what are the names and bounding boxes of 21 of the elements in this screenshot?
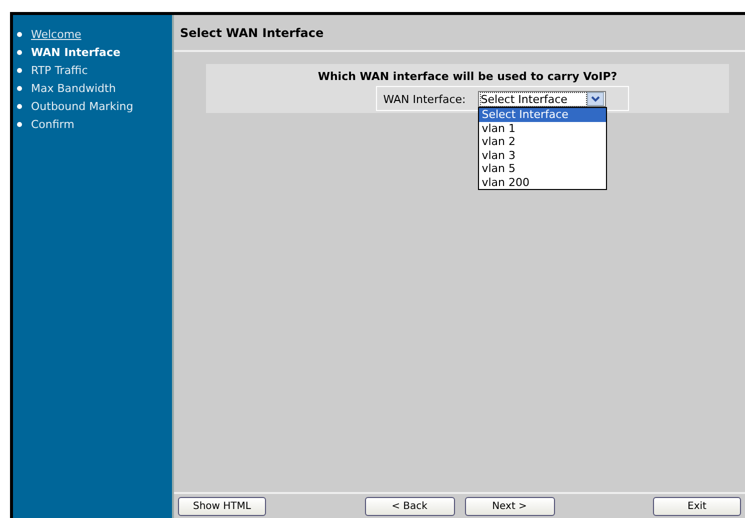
wizard-button[interactable]: Next > — [464, 496, 554, 516]
wizard-button[interactable]: Show HTML — [178, 496, 266, 516]
bullet-icon — [17, 86, 22, 90]
bullet-icon — [17, 50, 22, 54]
bullet-icon — [17, 104, 22, 108]
question-text: Which WAN interface will be used to carry VoIP? — [318, 70, 618, 83]
dropdown-option[interactable]: vlan 200 — [478, 176, 606, 189]
nav-link[interactable]: Welcome — [31, 28, 82, 40]
page-title: Select WAN Interface — [180, 26, 324, 40]
bullet-icon — [17, 122, 22, 126]
dropdown-option[interactable]: vlan 3 — [478, 148, 606, 162]
dropdown-option[interactable]: vlan 5 — [478, 162, 606, 176]
interface-select[interactable]: Select Interface — [478, 91, 606, 107]
field-label: WAN Interface: — [383, 92, 466, 106]
dropdown-option[interactable]: Select Interface — [478, 108, 606, 122]
dropdown-option[interactable]: vlan 1 — [478, 122, 606, 135]
wizard-button[interactable]: Exit — [653, 496, 741, 516]
bullet-icon — [17, 32, 22, 36]
wizard-button[interactable]: < Back — [364, 496, 454, 516]
dropdown-option[interactable]: vlan 2 — [478, 135, 606, 148]
bullet-icon — [17, 68, 22, 72]
